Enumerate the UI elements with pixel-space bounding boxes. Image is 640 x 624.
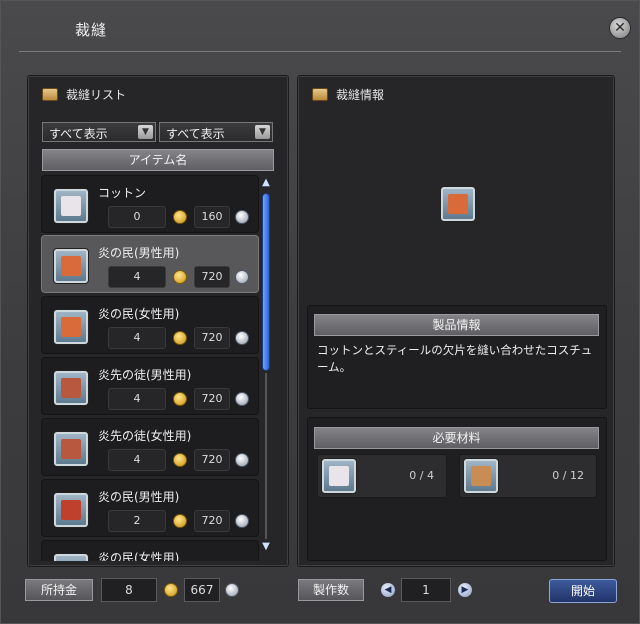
item-gold-cost: 0 xyxy=(108,206,166,228)
item-name: 炎の民(女性用) xyxy=(98,551,180,561)
list-item[interactable]: コットン 0 160 xyxy=(41,175,259,233)
cloth-material-icon xyxy=(464,459,498,493)
item-name: 炎の民(男性用) xyxy=(98,246,180,260)
costume-item-icon xyxy=(54,432,88,466)
item-gold-cost: 4 xyxy=(108,266,166,288)
item-name-column-header[interactable]: アイテム名 xyxy=(42,149,274,171)
quantity-input[interactable]: 1 xyxy=(401,578,451,602)
gold-coin-icon xyxy=(173,392,187,406)
item-list-scrollbar[interactable]: ▲ ▼ xyxy=(259,177,273,553)
item-name: 炎先の徒(男性用) xyxy=(98,368,192,382)
costume-item-icon xyxy=(54,310,88,344)
gold-coin-icon xyxy=(173,210,187,224)
gold-coin-icon xyxy=(164,583,178,597)
product-info-header: 製品情報 xyxy=(314,314,599,336)
filter-dropdown-2[interactable]: すべて表示 ▼ xyxy=(159,122,273,142)
required-materials-header: 必要材料 xyxy=(314,427,599,449)
filter-dropdown-2-value: すべて表示 xyxy=(166,127,225,141)
item-gold-cost: 4 xyxy=(108,449,166,471)
silver-coin-icon xyxy=(235,453,249,467)
costume-item-icon xyxy=(54,371,88,405)
tailoring-info-title: 裁縫情報 xyxy=(336,88,385,102)
filter-dropdown-1-value: すべて表示 xyxy=(49,127,108,141)
item-name: 炎の民(男性用) xyxy=(98,490,180,504)
increase-quantity-icon[interactable]: ▶ xyxy=(458,583,472,597)
list-item[interactable]: 炎の民(女性用) 4 720 xyxy=(41,296,259,354)
list-item[interactable]: 炎先の徒(男性用) 4 720 xyxy=(41,357,259,415)
item-silver-cost: 720 xyxy=(194,449,230,471)
list-item[interactable]: 炎の民(男性用) 4 720 xyxy=(41,235,259,293)
gold-coin-icon xyxy=(173,270,187,284)
window-title: 裁縫 xyxy=(75,21,108,39)
list-item[interactable]: 炎の民(男性用) 2 720 xyxy=(41,479,259,537)
item-gold-cost: 4 xyxy=(108,327,166,349)
item-gold-cost: 4 xyxy=(108,388,166,410)
gold-amount: 8 xyxy=(101,578,157,602)
craft-count-label: 製作数 xyxy=(298,579,364,601)
tailoring-info-header: 裁縫情報 xyxy=(312,86,384,103)
silver-coin-icon xyxy=(235,514,249,528)
item-name: 炎先の徒(女性用) xyxy=(98,429,192,443)
item-silver-cost: 160 xyxy=(194,206,230,228)
silver-coin-icon xyxy=(225,583,239,597)
chevron-down-icon[interactable]: ▼ xyxy=(138,125,153,139)
gold-coin-icon xyxy=(173,514,187,528)
scroll-up-icon[interactable]: ▲ xyxy=(259,177,273,189)
material-count: 0 / 12 xyxy=(552,469,584,482)
material-slot[interactable]: 0 / 4 xyxy=(317,454,447,498)
item-silver-cost: 720 xyxy=(194,327,230,349)
tailoring-window: 裁縫 ✕ 裁縫リスト すべて表示 ▼ すべて表示 ▼ アイテム名 コットン 0 … xyxy=(0,0,640,624)
scrollbar-rail xyxy=(265,373,267,539)
money-label: 所持金 xyxy=(25,579,93,601)
scroll-down-icon[interactable]: ▼ xyxy=(259,541,273,553)
start-button[interactable]: 開始 xyxy=(549,579,617,603)
costume-item-icon xyxy=(54,493,88,527)
gold-coin-icon xyxy=(173,331,187,345)
book-icon xyxy=(42,88,58,101)
item-silver-cost: 720 xyxy=(194,266,230,288)
cotton-item-icon xyxy=(54,189,88,223)
chevron-down-icon[interactable]: ▼ xyxy=(255,125,270,139)
silver-coin-icon xyxy=(235,392,249,406)
book-icon xyxy=(312,88,328,101)
list-item[interactable]: 炎先の徒(女性用) 4 720 xyxy=(41,418,259,476)
silver-amount: 667 xyxy=(184,578,220,602)
filter-dropdown-1[interactable]: すべて表示 ▼ xyxy=(42,122,156,142)
selected-item-preview-icon xyxy=(441,187,475,221)
title-divider xyxy=(19,51,621,52)
product-description: コットンとスティールの欠片を縫い合わせたコスチューム。 xyxy=(317,343,593,374)
costume-item-icon xyxy=(54,554,88,561)
item-list: コットン 0 160 炎の民(男性用) 4 720 炎の民(女性用) 4 720… xyxy=(41,173,259,561)
silver-coin-icon xyxy=(235,270,249,284)
item-gold-cost: 2 xyxy=(108,510,166,532)
item-silver-cost: 720 xyxy=(194,388,230,410)
material-count: 0 / 4 xyxy=(409,469,434,482)
costume-item-icon xyxy=(54,249,88,283)
silver-coin-icon xyxy=(235,210,249,224)
scrollbar-thumb[interactable] xyxy=(262,193,270,371)
close-icon[interactable]: ✕ xyxy=(609,17,631,39)
cotton-material-icon xyxy=(322,459,356,493)
silver-coin-icon xyxy=(235,331,249,345)
item-name: コットン xyxy=(98,186,147,200)
tailoring-list-header: 裁縫リスト xyxy=(42,86,126,103)
gold-coin-icon xyxy=(173,453,187,467)
tailoring-list-title: 裁縫リスト xyxy=(66,88,127,102)
list-item[interactable]: 炎の民(女性用) xyxy=(41,540,259,561)
item-name: 炎の民(女性用) xyxy=(98,307,180,321)
material-slot[interactable]: 0 / 12 xyxy=(459,454,597,498)
item-silver-cost: 720 xyxy=(194,510,230,532)
decrease-quantity-icon[interactable]: ◀ xyxy=(381,583,395,597)
